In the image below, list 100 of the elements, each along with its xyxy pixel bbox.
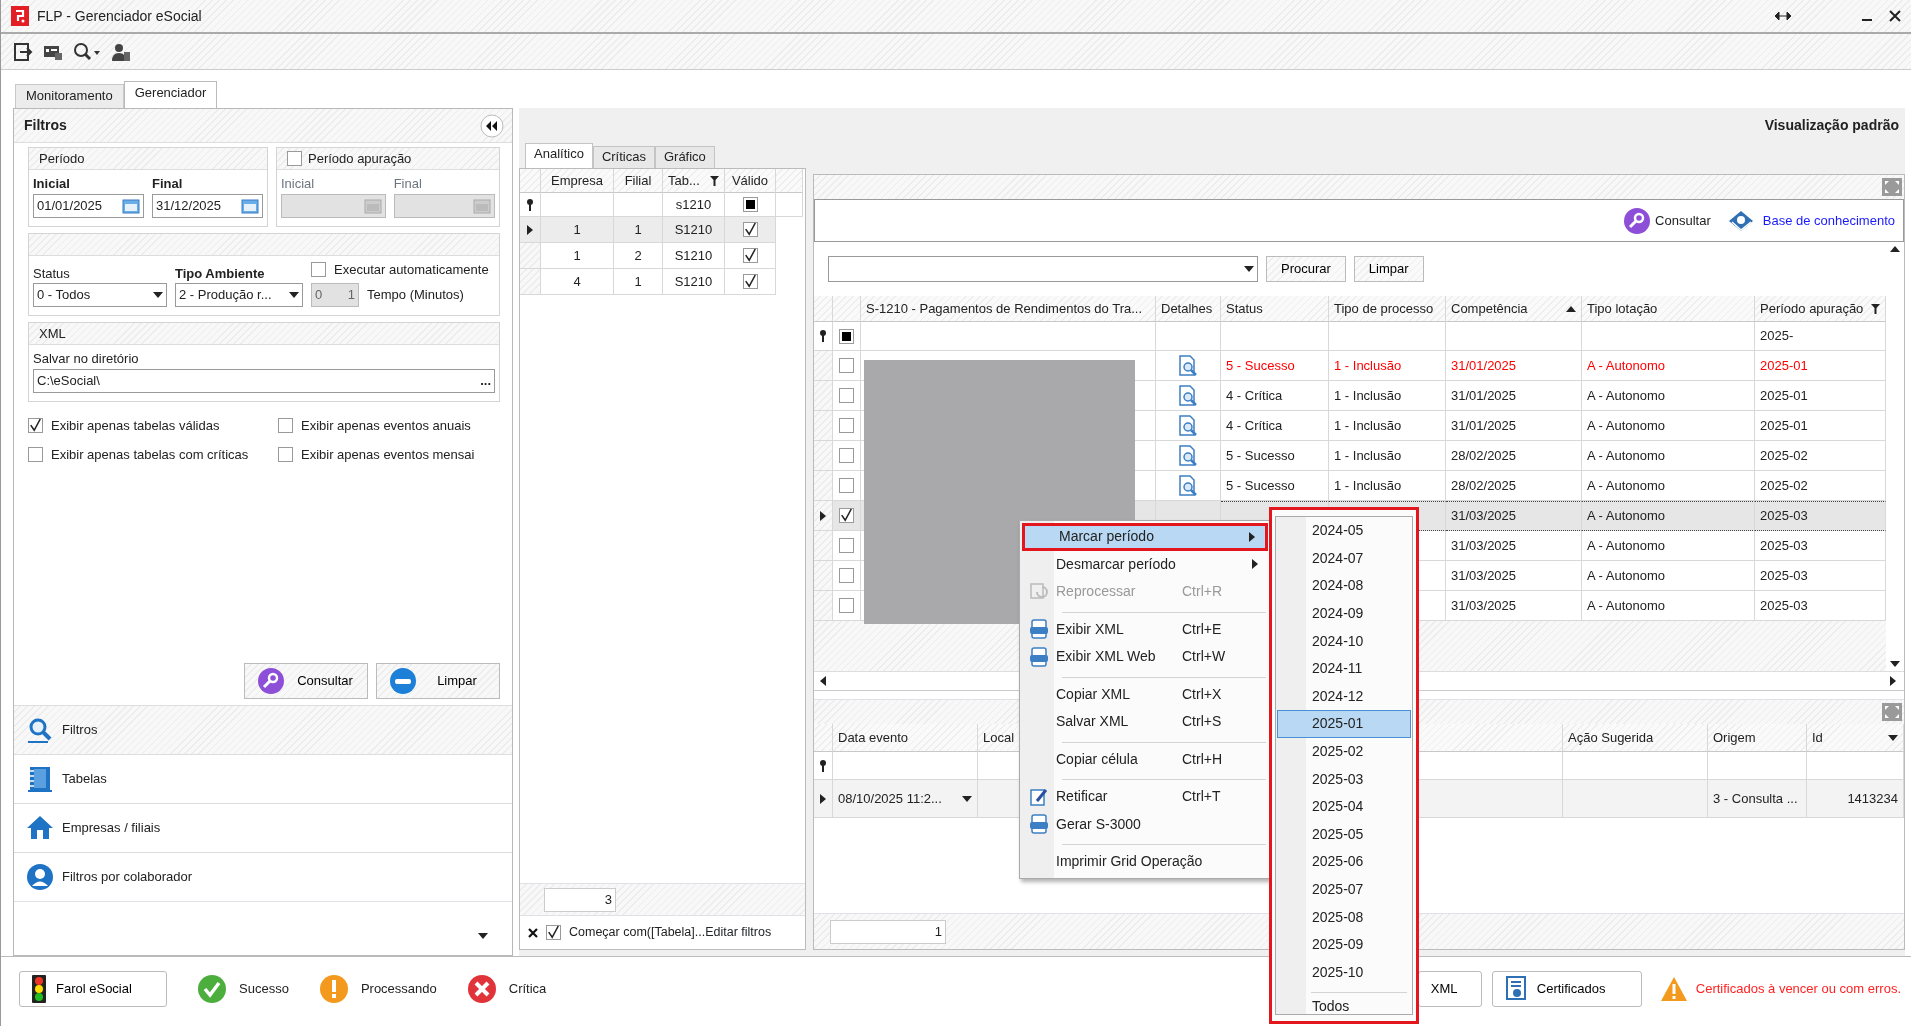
menu-item[interactable]: 2025-08 (1277, 903, 1411, 931)
column-header[interactable]: Id (1807, 724, 1904, 752)
arrow-right-icon[interactable] (1252, 559, 1258, 570)
column-header[interactable]: Status (1221, 296, 1329, 322)
tab[interactable]: Analítico (525, 143, 593, 168)
checkbox[interactable] (28, 417, 43, 433)
checkbox[interactable] (28, 447, 43, 463)
menu-item[interactable]: 2024-07 (1277, 544, 1411, 573)
dropdown[interactable]: 2 - Produção r... (175, 283, 303, 307)
nav-item[interactable]: Filtros por colaborador (14, 852, 512, 901)
column-header[interactable]: Ação Sugerida (1563, 724, 1708, 752)
column-header[interactable]: Válido (725, 169, 776, 193)
menu-item[interactable]: 2024-05 (1277, 517, 1411, 545)
menu-item[interactable]: Copiar célula Ctrl+H (1022, 745, 1268, 773)
resize-icon[interactable] (1775, 11, 1791, 21)
user-icon[interactable] (111, 41, 131, 62)
maximize-icon[interactable] (1882, 178, 1902, 196)
menu-item[interactable]: Copiar XML Ctrl+X (1022, 680, 1268, 708)
search-button[interactable]: Consultar (244, 663, 368, 699)
checkbox[interactable] (839, 358, 854, 373)
column-header[interactable]: Período apuração (1755, 296, 1886, 322)
checkbox[interactable] (278, 447, 293, 463)
date-field[interactable] (281, 193, 386, 218)
select-all-checkbox[interactable] (839, 328, 854, 344)
select-all-checkbox[interactable] (742, 197, 758, 212)
column-header[interactable]: Competência (1446, 296, 1582, 322)
column-header[interactable]: Origem (1708, 724, 1807, 752)
row-header[interactable] (520, 217, 541, 243)
filter-icon[interactable] (1871, 303, 1880, 314)
consult-button[interactable]: Consultar (1623, 206, 1711, 235)
arrow-right-icon[interactable] (1890, 676, 1896, 686)
caret-icon[interactable] (1244, 266, 1254, 272)
caret-icon[interactable] (289, 292, 299, 298)
menu-item[interactable]: 2025-10 (1277, 958, 1411, 987)
checkbox[interactable] (839, 538, 854, 553)
arrow-down-icon[interactable] (1890, 661, 1900, 667)
menu-item[interactable]: 2024-12 (1277, 682, 1411, 711)
tab[interactable]: Monitoramento (15, 84, 124, 108)
tab[interactable]: Gerenciador (123, 81, 218, 108)
button[interactable]: Procurar (1266, 256, 1346, 282)
checkbox[interactable] (742, 248, 758, 263)
maximize-icon[interactable] (1882, 703, 1902, 721)
date-field[interactable]: 01/01/2025 (33, 193, 144, 218)
dropdown[interactable]: 0 - Todos (33, 283, 167, 307)
checkbox[interactable] (839, 568, 854, 583)
column-header[interactable]: Filial (614, 169, 663, 193)
checkbox[interactable] (287, 151, 302, 166)
xml-button[interactable]: XML (1417, 970, 1482, 1007)
menu-item[interactable]: 2025-04 (1277, 792, 1411, 821)
nav-item[interactable]: Empresas / filiais (14, 803, 512, 852)
tab[interactable]: Críticas (592, 146, 655, 168)
close-icon[interactable] (528, 927, 538, 938)
checkbox[interactable] (839, 478, 854, 493)
checkbox[interactable] (278, 417, 293, 433)
checkbox[interactable] (839, 388, 854, 403)
arrow-up-icon[interactable] (1890, 246, 1900, 252)
column-header[interactable]: Empresa (541, 169, 614, 193)
checkbox[interactable] (546, 925, 561, 940)
checkbox[interactable] (742, 274, 758, 289)
nav-item[interactable]: Filtros (14, 705, 512, 754)
caret-icon[interactable] (478, 933, 488, 939)
menu-item[interactable]: Retificar Ctrl+T (1022, 783, 1268, 811)
checkbox[interactable] (742, 222, 758, 237)
menu-item[interactable]: Gerar S-3000 (1022, 810, 1268, 838)
search-icon[interactable] (73, 41, 101, 62)
menu-item[interactable]: 2025-02 (1277, 737, 1411, 766)
menu-item[interactable]: 2025-09 (1277, 930, 1411, 959)
date-field[interactable]: 31/12/2025 (152, 193, 263, 218)
arrow-right-icon[interactable] (1249, 531, 1255, 542)
farol-button[interactable]: Farol eSocial (19, 970, 167, 1007)
checkbox[interactable] (839, 598, 854, 613)
menu-item[interactable]: 2025-01 (1277, 710, 1411, 738)
collapse-icon[interactable] (480, 113, 504, 138)
column-header[interactable]: Tab... (663, 169, 725, 193)
knowledge-base-link[interactable]: Base de conhecimento (1762, 210, 1895, 231)
menu-item[interactable]: Salvar XML Ctrl+S (1022, 708, 1268, 736)
menu-item[interactable]: 2024-08 (1277, 572, 1411, 600)
clear-button[interactable]: Limpar (376, 663, 500, 699)
menu-item[interactable]: 2024-10 (1277, 627, 1411, 655)
column-header[interactable]: Tipo de processo (1329, 296, 1446, 322)
menu-item[interactable]: 2024-09 (1277, 599, 1411, 628)
dropdown-cell[interactable]: 08/10/2025 11:2... (833, 780, 978, 818)
checkbox[interactable] (839, 448, 854, 463)
tab[interactable]: Gráfico (654, 146, 715, 168)
edit-filters-link[interactable]: Editar filtros (705, 923, 772, 942)
nav-item[interactable]: Tabelas (14, 754, 512, 803)
menu-item[interactable]: Desmarcar período (1022, 550, 1268, 578)
date-field[interactable] (393, 193, 495, 218)
menu-item[interactable]: 2025-03 (1277, 765, 1411, 793)
arrow-left-icon[interactable] (820, 676, 826, 686)
caret-icon[interactable] (1888, 734, 1898, 741)
checkbox[interactable] (311, 261, 326, 277)
certificates-button[interactable]: Certificados (1491, 970, 1642, 1007)
menu-item[interactable]: Exibir XML Ctrl+E (1022, 615, 1268, 643)
menu-item[interactable]: 2025-07 (1277, 875, 1411, 904)
column-header[interactable]: Detalhes (1156, 296, 1221, 322)
column-header[interactable]: Data evento (833, 724, 978, 752)
menu-item[interactable]: 2024-11 (1277, 654, 1411, 683)
sort-arrow-icon[interactable] (1566, 305, 1576, 312)
caret-icon[interactable] (153, 292, 163, 298)
